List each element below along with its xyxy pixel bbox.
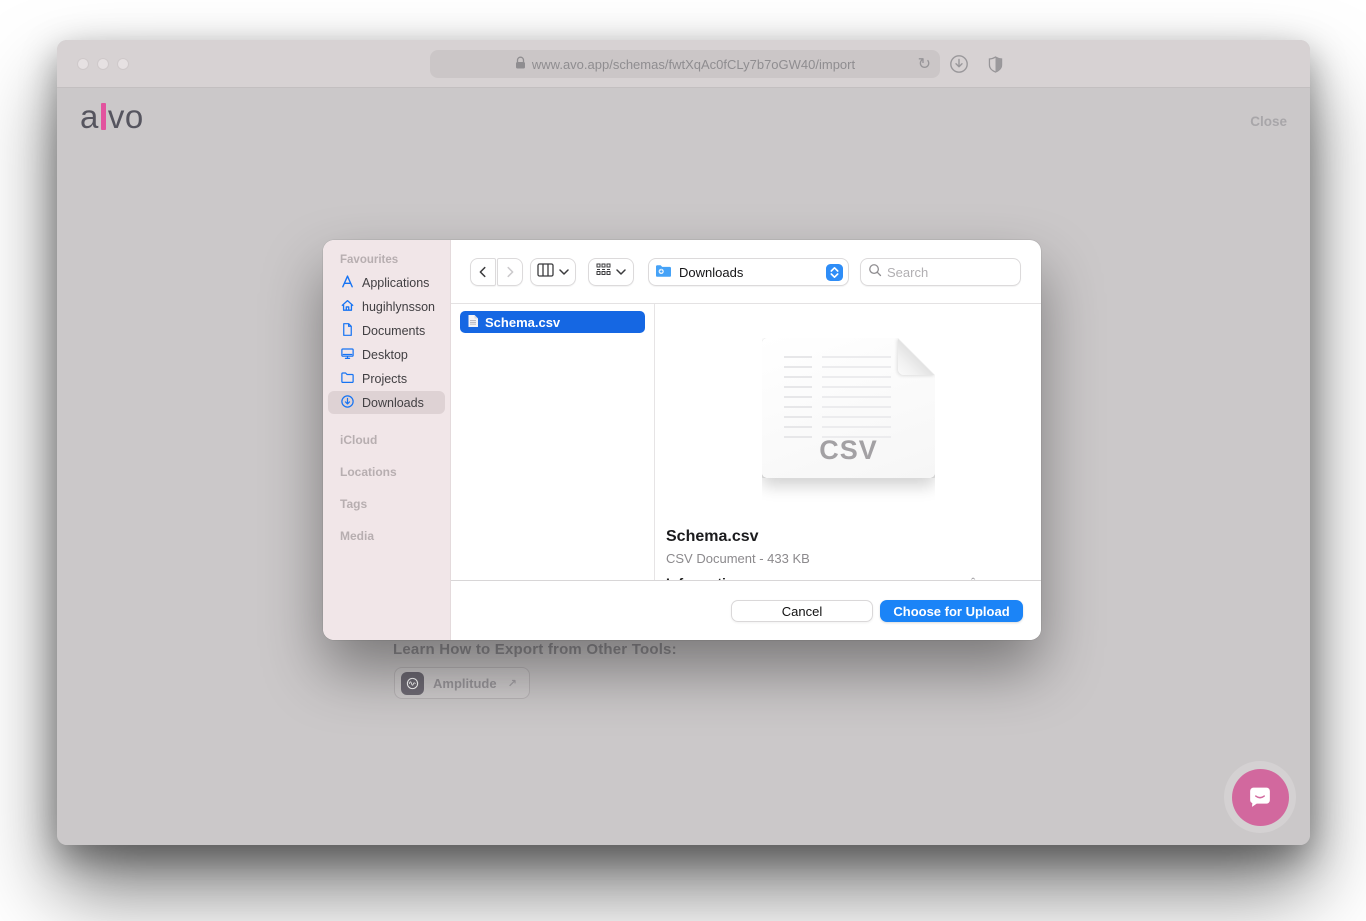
chat-widget-button[interactable] <box>1224 761 1296 833</box>
export-tools-heading: Learn How to Export from Other Tools: <box>393 641 677 658</box>
dialog-action-bar: Cancel Choose for Upload <box>451 582 1041 640</box>
logo-letters-vo: vo <box>108 100 144 133</box>
reload-icon[interactable]: ↻ <box>918 54 931 74</box>
document-icon <box>340 322 355 340</box>
downloads-icon <box>340 394 355 412</box>
favourites-header: Favourites <box>340 254 450 266</box>
amplitude-label: Amplitude <box>433 676 497 691</box>
search-input[interactable] <box>887 265 1002 280</box>
chevron-down-icon <box>559 263 569 281</box>
sidebar-section-icloud[interactable]: iCloud <box>340 424 450 456</box>
sidebar-section-media[interactable]: Media <box>340 520 450 552</box>
choose-for-upload-button[interactable]: Choose for Upload <box>880 600 1023 622</box>
group-by-button[interactable] <box>588 258 634 286</box>
file-browser: Schema.csv CSV Schema.csv CSV Document -… <box>451 303 1041 581</box>
screenshot-canvas: www.avo.app/schemas/fwtXqAc0fCLy7b7oGW40… <box>0 0 1366 921</box>
file-open-dialog: Favourites Applications hugihlynsson Doc… <box>323 240 1041 640</box>
folder-icon <box>340 370 355 388</box>
group-grid-icon <box>596 263 611 281</box>
location-label: Downloads <box>679 265 743 280</box>
csv-thumb-lines <box>784 356 812 441</box>
preview-file-meta: CSV Document - 433 KB <box>666 551 810 566</box>
browser-toolbar: www.avo.app/schemas/fwtXqAc0fCLy7b7oGW40… <box>57 40 1310 88</box>
search-field[interactable] <box>860 258 1021 286</box>
dialog-main: Downloads Schema.csv <box>451 240 1041 640</box>
close-button[interactable]: Close <box>1250 114 1287 129</box>
applications-icon <box>340 274 355 292</box>
address-bar[interactable]: www.avo.app/schemas/fwtXqAc0fCLy7b7oGW40… <box>430 50 940 78</box>
logo-pink-bar <box>101 103 106 130</box>
blue-folder-icon <box>655 264 672 281</box>
desktop-icon <box>340 346 355 364</box>
chat-bubble-icon <box>1232 769 1289 826</box>
file-list-column: Schema.csv <box>451 304 655 580</box>
csv-type-badge: CSV <box>762 435 935 466</box>
back-button[interactable] <box>470 258 496 286</box>
downloads-toolbar-icon[interactable] <box>947 52 971 76</box>
page-fold <box>898 338 935 375</box>
file-name-label: Schema.csv <box>485 315 560 330</box>
minimize-window-button[interactable] <box>97 58 109 70</box>
sidebar-item-desktop[interactable]: Desktop <box>328 343 445 366</box>
location-dropdown[interactable]: Downloads <box>648 258 849 286</box>
logo-letter-a: a <box>80 100 99 133</box>
sidebar-section-tags[interactable]: Tags <box>340 488 450 520</box>
url-text: www.avo.app/schemas/fwtXqAc0fCLy7b7oGW40… <box>532 57 855 72</box>
nav-buttons <box>470 258 523 286</box>
zoom-window-button[interactable] <box>117 58 129 70</box>
csv-preview-thumbnail: CSV <box>762 338 935 478</box>
sidebar-section-locations[interactable]: Locations <box>340 456 450 488</box>
home-icon <box>340 298 355 316</box>
search-icon <box>868 263 882 282</box>
file-row-schema-csv[interactable]: Schema.csv <box>460 311 645 333</box>
lock-icon <box>515 56 526 73</box>
traffic-lights <box>77 58 129 70</box>
amplitude-link-button[interactable]: Amplitude ↗ <box>394 667 530 699</box>
columns-view-icon <box>537 263 554 282</box>
sidebar-item-projects[interactable]: Projects <box>328 367 445 390</box>
preview-file-name: Schema.csv <box>666 528 759 546</box>
sidebar-item-downloads[interactable]: Downloads <box>328 391 445 414</box>
view-mode-button[interactable] <box>530 258 576 286</box>
chevron-up-icon[interactable]: ˆ <box>971 575 975 580</box>
location-stepper-icon[interactable] <box>826 264 843 281</box>
dialog-sidebar: Favourites Applications hugihlynsson Doc… <box>323 240 451 640</box>
preview-information-heading: Information <box>666 575 743 580</box>
amplitude-icon <box>401 672 424 695</box>
sidebar-item-documents[interactable]: Documents <box>328 319 445 342</box>
chevron-down-icon <box>616 263 626 281</box>
shield-icon[interactable] <box>983 52 1007 76</box>
cancel-button[interactable]: Cancel <box>731 600 873 622</box>
close-window-button[interactable] <box>77 58 89 70</box>
avo-logo: a vo <box>80 100 144 133</box>
csv-thumb-lines <box>822 356 891 441</box>
external-link-icon: ↗ <box>508 677 517 690</box>
forward-button[interactable] <box>497 258 523 286</box>
csv-file-icon <box>467 314 479 331</box>
preview-pane: CSV Schema.csv CSV Document - 433 KB Inf… <box>655 304 1041 580</box>
sidebar-item-applications[interactable]: Applications <box>328 271 445 294</box>
sidebar-item-home[interactable]: hugihlynsson <box>328 295 445 318</box>
